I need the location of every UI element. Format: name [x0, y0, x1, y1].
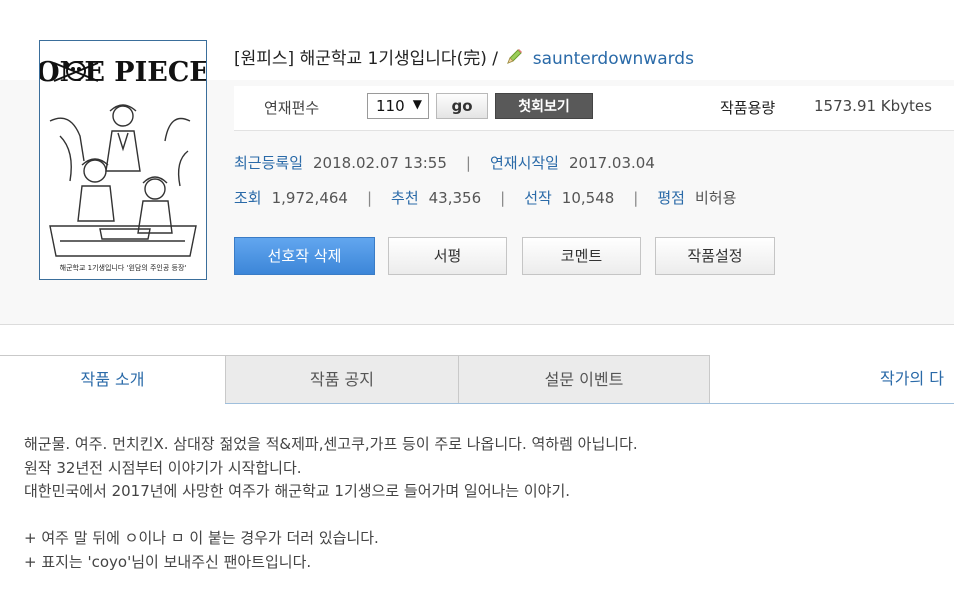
pencil-icon [505, 48, 523, 71]
description-line: 해군물. 여주. 먼치킨X. 삼대장 젊었을 적&제파,센고쿠,가프 등이 주로… [24, 435, 638, 453]
go-button[interactable]: go [436, 93, 488, 119]
work-title-row: [원피스] 해군학교 1기생입니다(完) / saunterdownwards [234, 44, 694, 70]
dates-row: 최근등록일 2018.02.07 13:55 | 연재시작일 2017.03.04 [234, 152, 655, 174]
svg-text:ONE PIECE: ONE PIECE [40, 57, 206, 88]
views-label: 조회 [234, 189, 262, 207]
separator: | [366, 189, 373, 207]
tab-notice[interactable]: 작품 공지 [225, 355, 459, 404]
cover-image[interactable]: ONE PIECE 해군학교 1기생입니다 '왼담의 주인공 등장' [36, 40, 210, 280]
recommend-label: 추천 [391, 189, 419, 207]
description-line: 대한민국에서 2017년에 사망한 여주가 해군학교 1기생으로 들어가며 일어… [24, 482, 571, 500]
comment-button[interactable]: 코멘트 [522, 237, 641, 275]
favorites-label: 선작 [524, 189, 552, 207]
stats-row: 조회 1,972,464 | 추천 43,356 | 선작 10,548 | 평점 비허용 [234, 187, 736, 209]
description-line: + 표지는 'coyo'님이 보내주신 팬아트입니다. [24, 552, 312, 571]
episode-select[interactable]: 110 ▼ [367, 93, 429, 119]
description-line [24, 504, 944, 528]
tab-underline [225, 403, 954, 404]
favorites-value: 10,548 [561, 189, 615, 207]
one-piece-logo: ONE PIECE [36, 57, 210, 88]
rating-value: 비허용 [694, 189, 737, 207]
chevron-down-icon: ▼ [412, 97, 422, 111]
description-line: 원작 32년전 시점부터 이야기가 시작합니다. [24, 458, 302, 477]
tab-author-note[interactable]: 작가의 다 [710, 355, 954, 404]
rating-label: 평점 [657, 189, 685, 207]
start-value: 2017.03.04 [568, 154, 655, 172]
work-description: 해군물. 여주. 먼치킨X. 삼대장 젊었을 적&제파,센고쿠,가프 등이 주로… [24, 433, 944, 574]
review-button[interactable]: 서평 [388, 237, 507, 275]
tab-survey-event[interactable]: 설문 이벤트 [458, 355, 710, 404]
work-title: [원피스] 해군학교 1기생입니다(完) / [234, 49, 498, 69]
separator: | [500, 189, 506, 207]
views-value: 1,972,464 [271, 189, 348, 207]
tab-introduction[interactable]: 작품 소개 [0, 355, 226, 404]
size-label: 작품용량 [720, 99, 776, 117]
episodes-label: 연재편수 [264, 99, 320, 117]
separator: | [465, 154, 471, 172]
remove-favorite-button[interactable]: 선호작 삭제 [234, 237, 375, 275]
description-line: + 여주 말 뒤에 ㅇ이나 ㅁ 이 붙는 경우가 더러 있습니다. [24, 529, 379, 547]
latest-value: 2018.02.07 13:55 [313, 154, 447, 172]
first-episode-button[interactable]: 첫회보기 [495, 93, 593, 119]
cover-illustration: ONE PIECE 해군학교 1기생입니다 '왼담의 주인공 등장' [36, 41, 210, 279]
latest-label: 최근등록일 [234, 154, 304, 172]
size-value: 1573.91 Kbytes [814, 97, 932, 115]
episode-toolbar: 연재편수 110 ▼ go 첫회보기 작품용량 1573.91 Kbytes [234, 86, 954, 131]
author-link[interactable]: saunterdownwards [533, 49, 694, 69]
episode-select-value: 110 [376, 97, 405, 115]
work-settings-button[interactable]: 작품설정 [655, 237, 775, 275]
tab-bar: 작품 소개 작품 공지 설문 이벤트 작가의 다 [0, 355, 954, 404]
start-label: 연재시작일 [489, 154, 559, 172]
recommend-value: 43,356 [428, 189, 482, 207]
cover-caption: 해군학교 1기생입니다 '왼담의 주인공 등장' [60, 263, 187, 272]
separator: | [633, 189, 639, 207]
